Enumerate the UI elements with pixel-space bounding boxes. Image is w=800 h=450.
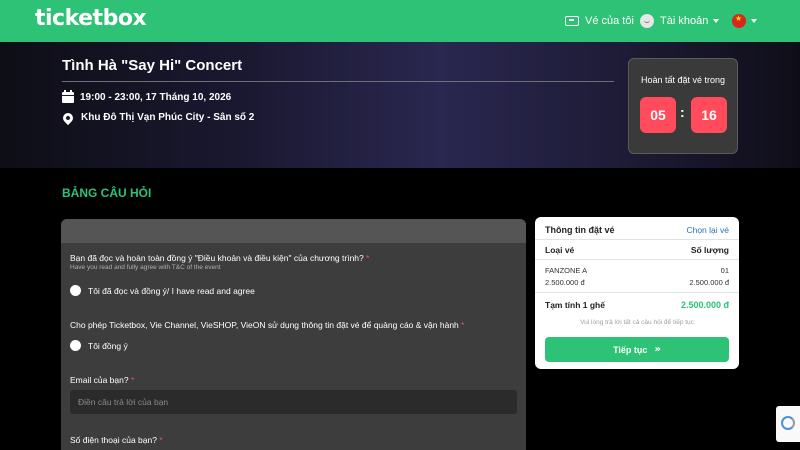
timer-colon: : — [680, 104, 685, 120]
ticket-name: FANZONE A — [545, 266, 588, 275]
section-title: BẢNG CÂU HỎI — [62, 186, 152, 200]
form-header-strip — [61, 219, 526, 243]
booking-summary-card: Thông tin đặt vé Chọn lại vé Loại vé Số … — [535, 217, 739, 369]
question-phone-text: Số điện thoại của bạn? — [70, 435, 157, 445]
radio-button[interactable] — [70, 285, 81, 296]
ticket-icon — [565, 16, 579, 26]
account-label: Tài khoản — [660, 15, 709, 27]
summary-divider — [535, 292, 739, 293]
subtotal-label: Tạm tính 1 ghế — [545, 300, 605, 310]
question-phone-label: Số điện thoại của bạn? * — [70, 435, 163, 445]
my-tickets-label: Vé của tôi — [585, 15, 634, 27]
event-location-row: Khu Đô Thị Vạn Phúc City - Sân số 2 — [60, 110, 255, 125]
my-tickets-link[interactable]: Vé của tôi — [565, 0, 634, 42]
recaptcha-icon — [781, 416, 795, 430]
event-datetime: 19:00 - 23:00, 17 Tháng 10, 2026 — [80, 92, 232, 103]
summary-divider — [535, 239, 739, 240]
countdown-timer: Hoàn tất đặt vé trong 05 : 16 — [628, 58, 738, 154]
terms-agree-label: Tôi đã đọc và đồng ý/ I have read and ag… — [88, 285, 255, 296]
question-terms-subtitle: Have you read and fully agree with T&C o… — [70, 264, 221, 271]
top-navigation-bar: ticketbox Vé của tôi Tài khoản — [0, 0, 800, 42]
quantity-header: Số lượng — [690, 245, 729, 255]
recaptcha-badge[interactable] — [776, 406, 800, 442]
continue-label: Tiếp tục — [613, 344, 648, 355]
language-selector[interactable] — [732, 0, 757, 42]
required-mark: * — [366, 253, 370, 263]
chevron-double-right-icon: » — [654, 344, 661, 355]
chevron-down-icon — [751, 19, 757, 23]
consent-agree-label: Tôi đồng ý — [88, 340, 128, 351]
vietnam-flag-icon — [732, 14, 746, 28]
timer-label: Hoàn tất đặt vé trong — [640, 75, 726, 85]
timer-minutes: 05 — [640, 97, 676, 133]
required-mark: * — [461, 320, 465, 330]
ticket-line-total: 2.500.000 đ — [689, 278, 729, 287]
required-mark: * — [130, 375, 135, 385]
question-email-text: Email của bạn? — [70, 375, 129, 385]
consent-agree-radio-option[interactable]: Tôi đồng ý — [70, 340, 128, 351]
terms-agree-radio-option[interactable]: Tôi đã đọc và đồng ý/ I have read and ag… — [70, 285, 255, 296]
timer-seconds: 16 — [691, 97, 727, 133]
event-datetime-row: 19:00 - 23:00, 17 Tháng 10, 2026 — [62, 90, 232, 103]
question-email-label: Email của bạn? * — [70, 375, 134, 385]
question-consent-text: Cho phép Ticketbox, Vie Channel, VieSHOP… — [70, 320, 459, 330]
subtotal-value: 2.500.000 đ — [680, 300, 729, 310]
required-mark: * — [159, 435, 163, 445]
summary-divider — [535, 259, 739, 260]
location-pin-icon — [60, 110, 76, 125]
ticket-unit-price: 2.500.000 đ — [545, 278, 585, 287]
summary-title: Thông tin đặt vé — [545, 225, 615, 235]
reselect-tickets-link[interactable]: Chọn lại vé — [686, 225, 729, 235]
radio-button[interactable] — [70, 340, 81, 351]
calendar-icon — [62, 90, 74, 103]
question-terms-text: Bạn đã đọc và hoàn toàn đồng ý "Điều kho… — [70, 253, 364, 263]
ticket-quantity: 01 — [720, 266, 729, 275]
ticket-type-header: Loại vé — [545, 245, 575, 255]
summary-hint: Vui lòng trả lời tất cả câu hỏi để tiếp … — [580, 319, 694, 326]
ticketbox-logo[interactable]: ticketbox — [35, 6, 147, 31]
question-terms-label: Bạn đã đọc và hoàn toàn đồng ý "Điều kho… — [70, 253, 369, 263]
title-divider — [62, 81, 614, 82]
account-menu[interactable]: Tài khoản — [640, 0, 720, 42]
event-location: Khu Đô Thị Vạn Phúc City - Sân số 2 — [81, 112, 255, 123]
questionnaire-form: Bạn đã đọc và hoàn toàn đồng ý "Điều kho… — [61, 219, 526, 450]
chevron-down-icon — [713, 19, 720, 23]
question-consent-label: Cho phép Ticketbox, Vie Channel, VieSHOP… — [70, 320, 464, 330]
account-icon — [640, 14, 654, 28]
email-input[interactable] — [70, 390, 517, 414]
event-title: Tình Hà "Say Hi" Concert — [62, 57, 243, 74]
continue-button[interactable]: Tiếp tục » — [545, 337, 729, 362]
